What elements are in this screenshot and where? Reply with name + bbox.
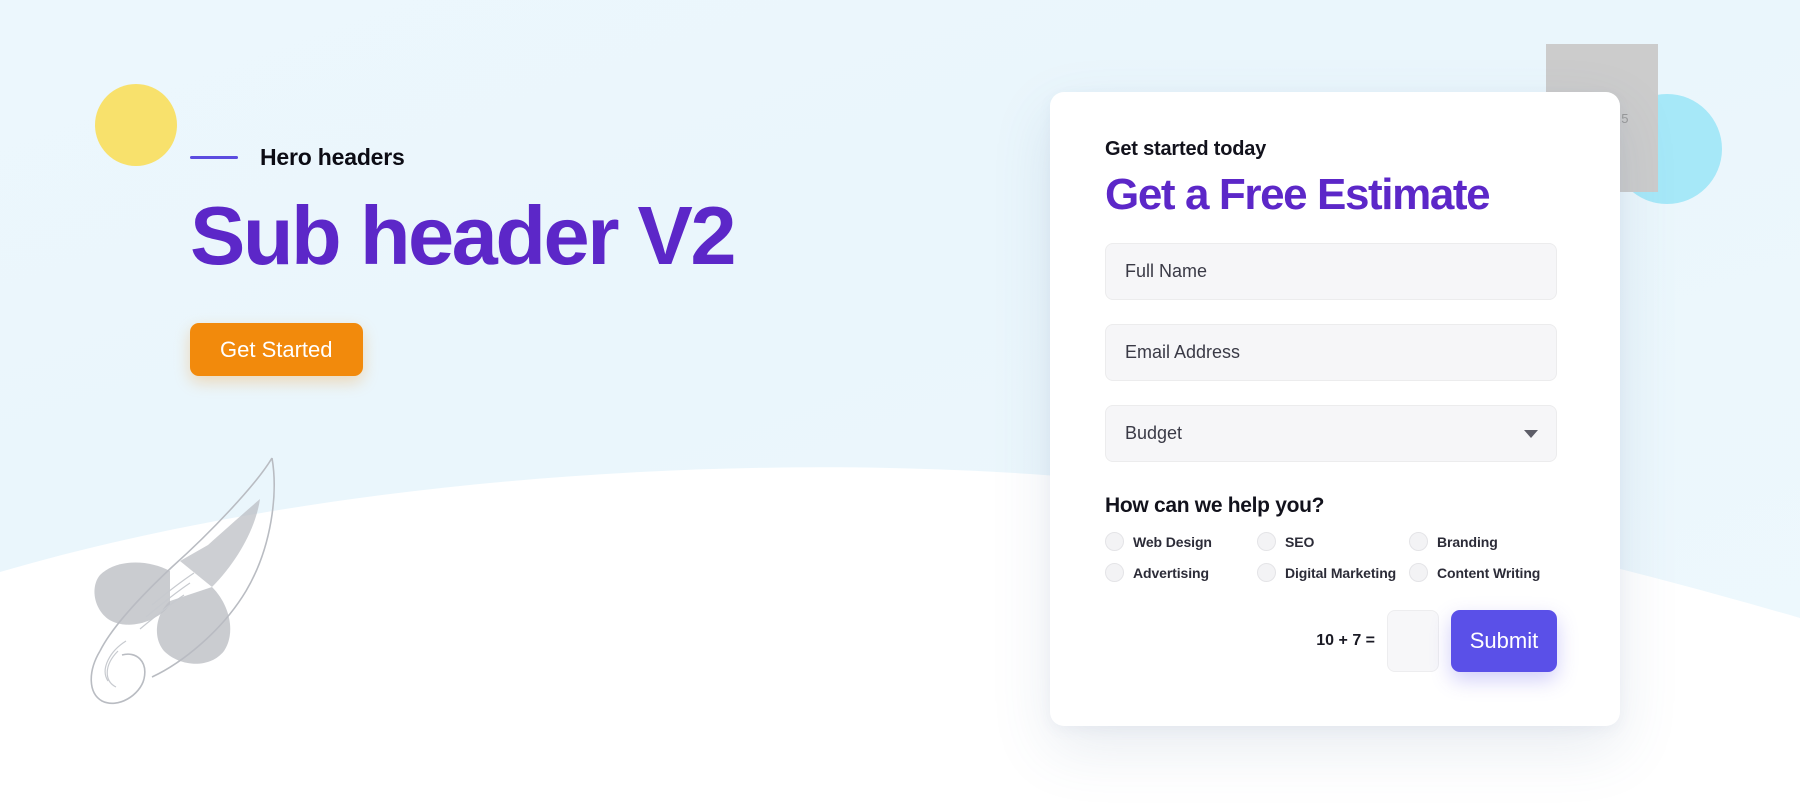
full-name-field[interactable]: Full Name bbox=[1105, 243, 1557, 301]
radio-icon[interactable] bbox=[1409, 563, 1428, 583]
radio-option-seo[interactable]: SEO bbox=[1257, 532, 1409, 552]
captcha-row: 10 + 7 = Submit bbox=[1105, 610, 1557, 673]
full-name-placeholder: Full Name bbox=[1125, 261, 1208, 282]
yellow-circle-decoration bbox=[95, 84, 177, 166]
radio-icon[interactable] bbox=[1105, 563, 1124, 583]
hero-eyebrow-label: Hero headers bbox=[260, 143, 405, 170]
services-radio-group: Web Design SEO Branding Advertising Digi… bbox=[1105, 532, 1565, 583]
captcha-input[interactable] bbox=[1387, 610, 1439, 673]
email-field[interactable]: Email Address bbox=[1105, 324, 1557, 382]
page-title: Sub header V2 bbox=[190, 189, 737, 282]
chevron-down-icon bbox=[1524, 429, 1538, 438]
radio-icon[interactable] bbox=[1257, 532, 1276, 552]
radio-label: Digital Marketing bbox=[1285, 564, 1397, 581]
captcha-question: 10 + 7 = bbox=[1316, 632, 1375, 650]
radio-option-branding[interactable]: Branding bbox=[1409, 532, 1561, 552]
dash-icon bbox=[190, 155, 238, 159]
radio-icon[interactable] bbox=[1105, 532, 1124, 552]
get-started-button[interactable]: Get Started bbox=[190, 323, 363, 377]
hero-section: Hero headers Sub header V2 Get Started bbox=[190, 140, 950, 377]
form-eyebrow: Get started today bbox=[1105, 138, 1267, 160]
rocket-illustration bbox=[90, 457, 275, 704]
radio-label: Branding bbox=[1437, 533, 1498, 550]
help-heading: How can we help you? bbox=[1105, 494, 1325, 518]
form-title: Get a Free Estimate bbox=[1105, 170, 1491, 219]
radio-icon[interactable] bbox=[1409, 532, 1428, 552]
radio-icon[interactable] bbox=[1257, 563, 1276, 583]
budget-select[interactable]: Budget bbox=[1105, 405, 1557, 463]
budget-selected-value: Budget bbox=[1125, 423, 1183, 444]
radio-option-advertising[interactable]: Advertising bbox=[1105, 563, 1257, 583]
email-placeholder: Email Address bbox=[1125, 342, 1241, 363]
radio-label: SEO bbox=[1285, 533, 1315, 550]
hero-eyebrow: Hero headers bbox=[190, 140, 950, 174]
radio-option-digital-marketing[interactable]: Digital Marketing bbox=[1257, 563, 1409, 583]
estimate-form-card: Get started today Get a Free Estimate Fu… bbox=[1050, 92, 1620, 726]
radio-label: Advertising bbox=[1133, 564, 1209, 581]
radio-label: Content Writing bbox=[1437, 564, 1541, 581]
radio-option-content-writing[interactable]: Content Writing bbox=[1409, 563, 1561, 583]
radio-label: Web Design bbox=[1133, 533, 1212, 550]
radio-option-web-design[interactable]: Web Design bbox=[1105, 532, 1257, 552]
landing-page: 95 x 125 Hero headers Sub header V2 Get … bbox=[0, 0, 1800, 808]
submit-button[interactable]: Submit bbox=[1451, 610, 1557, 673]
